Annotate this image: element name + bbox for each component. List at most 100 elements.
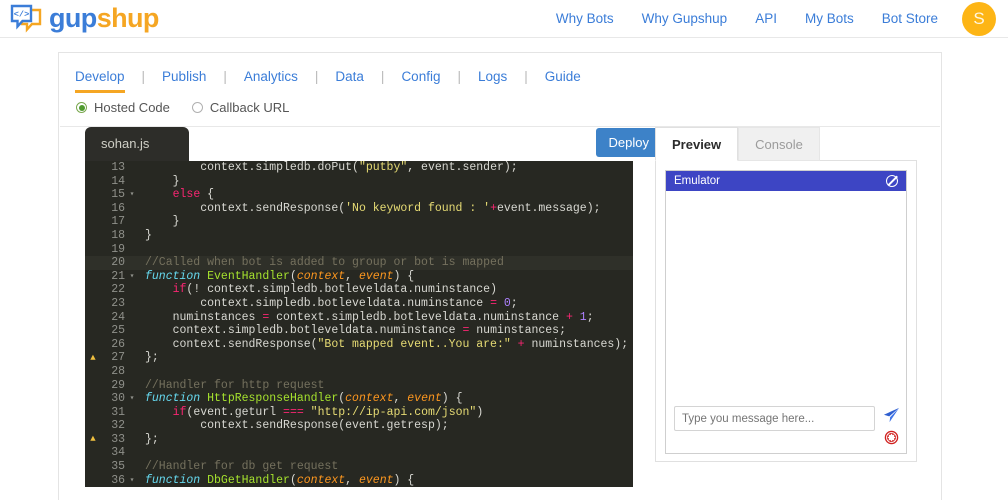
tab-separator-5: |: [457, 69, 461, 84]
code-line: ▲ 33};: [85, 433, 633, 447]
radio-hosted-code-label: Hosted Code: [94, 100, 170, 115]
logo[interactable]: </> gupshup: [10, 4, 159, 34]
code-line: 25 context.simpledb.botleveldata.numinst…: [85, 324, 633, 338]
code-text: context.simpledb.doPut("putby", event.se…: [145, 161, 518, 174]
code-text: if(! context.simpledb.botleveldata.numin…: [172, 283, 497, 297]
tab-console[interactable]: Console: [738, 127, 820, 161]
code-text: context.simpledb.botleveldata.numinstanc…: [145, 324, 566, 338]
nav-item-my-bots[interactable]: My Bots: [805, 11, 854, 26]
block-circle-icon[interactable]: [886, 175, 898, 187]
line-number: 26: [111, 337, 125, 351]
code-text: //Handler for http request: [145, 378, 325, 392]
deploy-button[interactable]: Deploy: [595, 128, 662, 157]
code-line: 16 context.sendResponse('No keyword foun…: [85, 202, 633, 216]
line-number: 24: [111, 310, 125, 324]
editor-file-tab[interactable]: sohan.js: [85, 127, 189, 161]
line-number: 19: [111, 242, 125, 256]
code-text: function DbGetHandler(context, event) {: [145, 473, 415, 487]
fold-toggle-icon[interactable]: ▾: [127, 392, 137, 406]
avatar-initial: S: [973, 8, 985, 28]
line-number: 17: [111, 215, 125, 229]
code-line: 22 if(! context.simpledb.botleveldata.nu…: [85, 283, 633, 297]
code-line: 34: [85, 446, 633, 460]
line-number: 16: [111, 201, 125, 215]
code-line: 20 //Called when bot is added to group or…: [85, 256, 633, 270]
fold-toggle-icon[interactable]: ▾: [127, 270, 137, 284]
tab-analytics[interactable]: Analytics: [244, 69, 298, 93]
tab-data[interactable]: Data: [335, 69, 364, 93]
radio-callback-url-dot[interactable]: [191, 102, 203, 113]
editor-file-name: sohan.js: [101, 136, 150, 151]
code-text: };: [145, 432, 159, 446]
code-line: 28: [85, 365, 633, 379]
line-number: 35: [111, 460, 125, 474]
emulator-title: Emulator: [674, 175, 721, 187]
line-number: 30: [111, 392, 125, 406]
code-line: 23 context.simpledb.botleveldata.numinst…: [85, 297, 633, 311]
line-number: 29: [111, 378, 125, 392]
code-line: 24 numinstances = context.simpledb.botle…: [85, 311, 633, 325]
line-number: 33: [111, 432, 125, 446]
line-number: 34: [111, 446, 125, 460]
code-line: 15 ▾ else {: [85, 188, 633, 202]
stop-badge-icon[interactable]: [884, 430, 899, 445]
tab-config[interactable]: Config: [401, 69, 440, 93]
line-number: 21: [111, 269, 125, 283]
emulator-chat-area: [666, 191, 906, 398]
nav-item-why-bots[interactable]: Why Bots: [556, 11, 614, 26]
line-number: 23: [111, 296, 125, 310]
code-line: 32 context.sendResponse(event.getresp);: [85, 419, 633, 433]
code-text: }: [145, 228, 152, 242]
code-line: 35 //Handler for db get request: [85, 460, 633, 474]
tab-separator-3: |: [314, 69, 319, 84]
tab-guide[interactable]: Guide: [545, 69, 581, 93]
code-line: 19: [85, 243, 633, 257]
top-navigation: Why Bots Why Gupshup API My Bots Bot Sto…: [528, 1, 996, 36]
code-line: 31 if(event.geturl === "http://ip-api.co…: [85, 406, 633, 420]
message-input[interactable]: [674, 406, 875, 431]
tab-separator-2: |: [223, 69, 227, 84]
source-mode-radio-group: Hosted Code Callback URL: [60, 97, 940, 127]
code-line: 36 ▾ function DbGetHandler(context, event)…: [85, 474, 633, 487]
tab-separator-6: |: [524, 69, 528, 84]
tab-preview[interactable]: Preview: [655, 127, 739, 161]
tab-logs[interactable]: Logs: [478, 69, 507, 93]
warning-triangle-icon[interactable]: ▲: [85, 435, 101, 444]
fold-toggle-icon[interactable]: ▾: [127, 188, 137, 202]
line-number: 15: [111, 188, 125, 202]
logo-text-gup: gup: [49, 3, 97, 33]
code-text: context.sendResponse(event.getresp);: [145, 419, 449, 433]
code-text: }: [145, 174, 180, 188]
emulator-input-row: [666, 398, 906, 453]
code-text: context.simpledb.botleveldata.numinstanc…: [145, 296, 518, 310]
code-line: 18}: [85, 229, 633, 243]
code-editor[interactable]: 13 context.simpledb.doPut("putby", event…: [85, 161, 633, 487]
preview-panel: Preview Console Emulator: [655, 127, 917, 462]
code-text: };: [145, 351, 159, 365]
nav-item-bot-store[interactable]: Bot Store: [882, 11, 938, 26]
send-paper-plane-icon[interactable]: [883, 407, 900, 423]
tab-publish[interactable]: Publish: [162, 69, 206, 93]
main-card: Develop | Publish | Analytics | Data | C…: [58, 52, 942, 500]
work-area: sohan.js Deploy 13 context.simpledb.doPu…: [59, 127, 941, 487]
preview-tabs: Preview Console: [655, 127, 917, 161]
radio-hosted-code-dot[interactable]: [76, 102, 87, 113]
nav-item-why-gupshup[interactable]: Why Gupshup: [642, 11, 728, 26]
radio-hosted-code[interactable]: Hosted Code: [76, 100, 170, 115]
fold-toggle-icon[interactable]: ▾: [127, 474, 137, 487]
avatar[interactable]: S: [962, 1, 996, 36]
code-text: else {: [172, 188, 215, 202]
tab-separator-4: |: [380, 69, 385, 84]
tab-develop[interactable]: Develop: [75, 69, 125, 93]
line-number: 25: [111, 324, 125, 338]
warning-triangle-icon[interactable]: ▲: [85, 353, 101, 363]
nav-item-api[interactable]: API: [755, 11, 777, 26]
line-number: 32: [111, 419, 125, 433]
line-number: 36: [111, 473, 125, 487]
code-line: 13 context.simpledb.doPut("putby", event…: [85, 161, 633, 175]
radio-callback-url[interactable]: Callback URL: [191, 100, 289, 115]
code-text: }: [145, 215, 180, 229]
logo-text-shup: shup: [96, 3, 160, 33]
preview-tab-body: Emulator: [655, 160, 917, 462]
code-text: if(event.geturl === "http://ip-api.com/j…: [172, 405, 484, 419]
